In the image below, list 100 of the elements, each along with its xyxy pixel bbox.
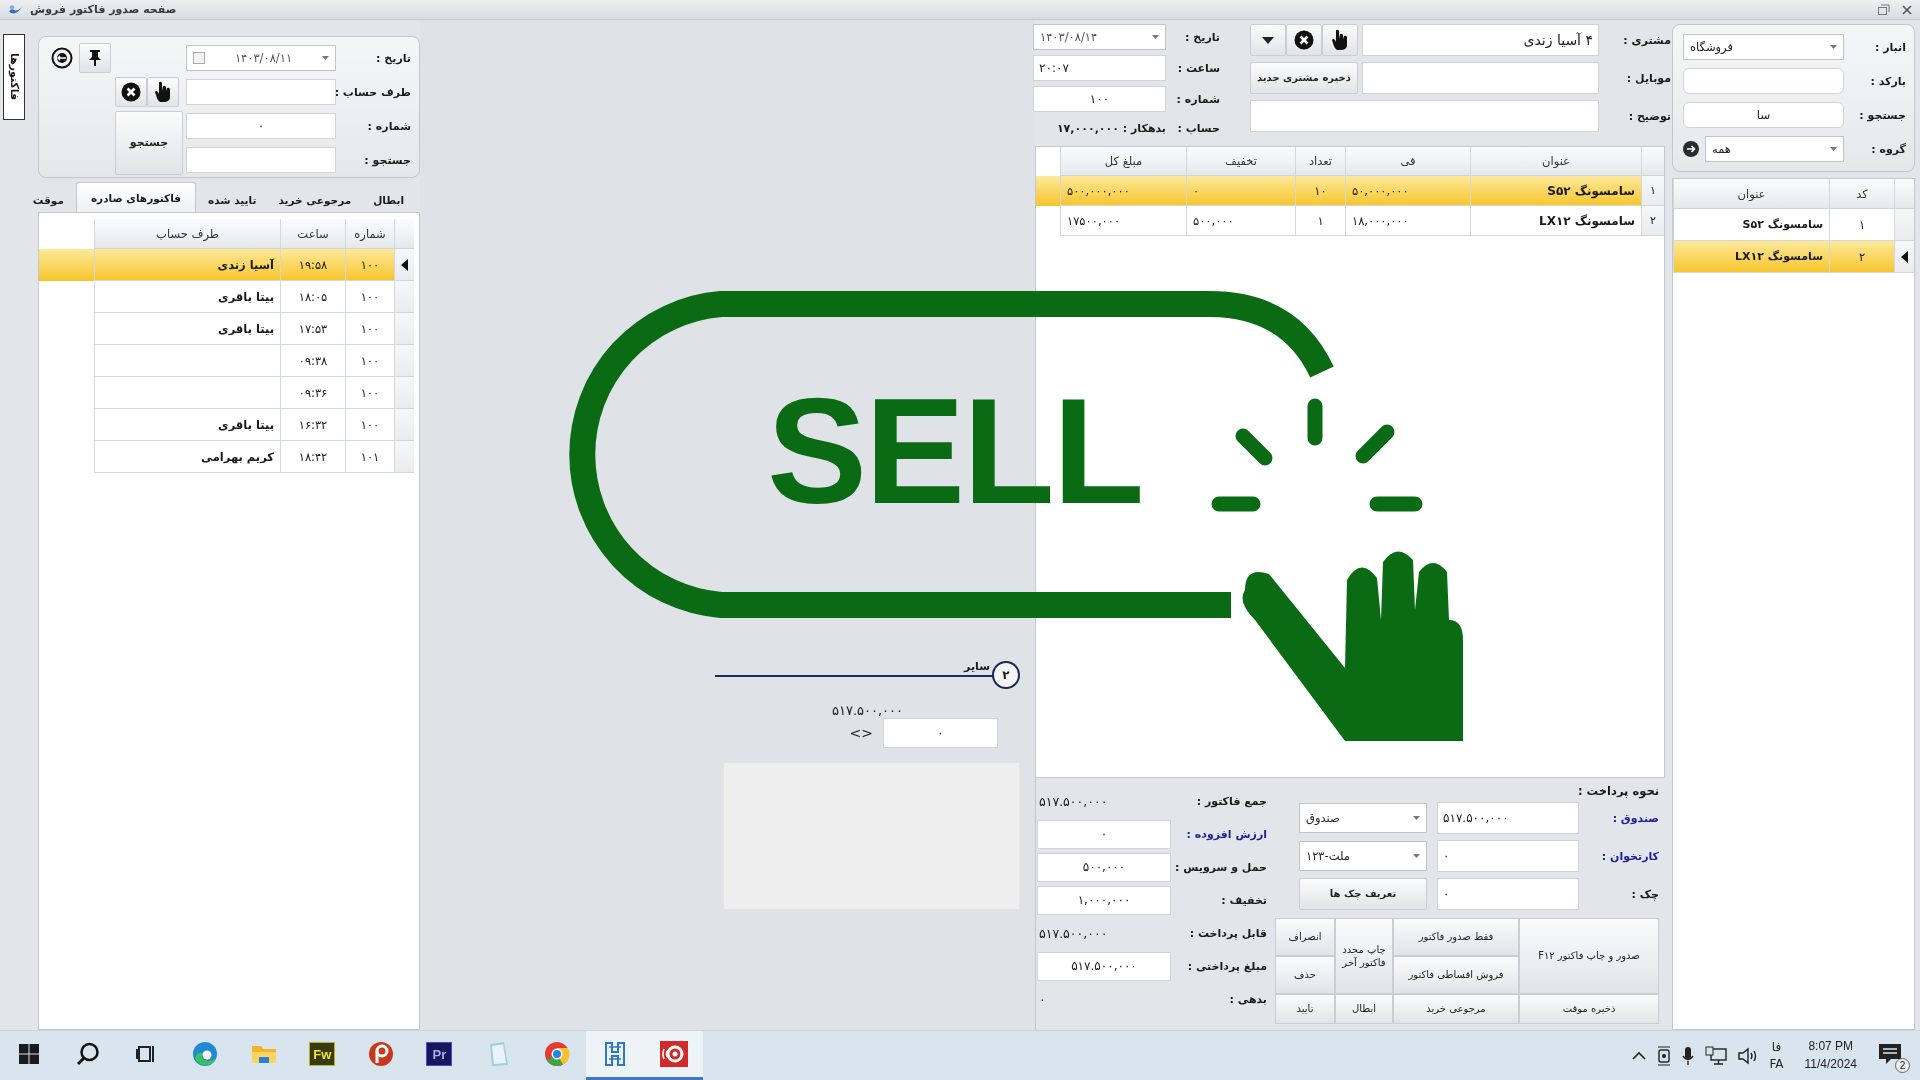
action-button[interactable]: ابطال: [1335, 994, 1393, 1024]
pin-icon: [88, 49, 102, 67]
action-button[interactable]: چاپ مجدد فاکتور آخر: [1335, 918, 1393, 994]
action-button[interactable]: ذخیره موقت: [1519, 994, 1659, 1024]
table-cell: ۱۰۱: [345, 441, 394, 473]
amount-field[interactable]: ۰: [1437, 878, 1579, 910]
network-icon[interactable]: [1705, 1045, 1728, 1066]
column-header[interactable]: عنوان: [1673, 179, 1829, 209]
caret-icon: [1830, 147, 1837, 151]
amount-field[interactable]: ۵۰۰,۰۰۰: [1037, 852, 1171, 882]
amount-field[interactable]: ۰: [883, 718, 998, 748]
action-button[interactable]: فقط صدور فاکتور: [1393, 918, 1519, 956]
column-header[interactable]: ساعت: [280, 219, 345, 249]
group-dropdown[interactable]: همه: [1705, 136, 1844, 162]
amount-field[interactable]: ۱,۰۰۰,۰۰۰: [1037, 885, 1171, 915]
dropdown-button[interactable]: [1250, 24, 1286, 56]
action-button[interactable]: صدور و چاپ فاکتور F۱۲: [1519, 918, 1659, 994]
account-dropdown[interactable]: ملت-۱۲۳: [1299, 841, 1427, 871]
date-dropdown[interactable]: ۱۴۰۳/۰۸/۱۱: [186, 45, 336, 71]
taskbar-button[interactable]: Fw: [292, 1031, 352, 1080]
search-button[interactable]: جستجو: [115, 111, 183, 175]
tab[interactable]: فاکتورهای صادره: [75, 182, 196, 212]
pick-button[interactable]: [1322, 24, 1358, 56]
row-header: [394, 345, 414, 377]
barcode-field[interactable]: [1683, 68, 1844, 94]
number-field[interactable]: ۰: [186, 113, 336, 139]
action-button[interactable]: مرجوعی خرید: [1393, 994, 1519, 1024]
action-button[interactable]: حذف: [1275, 956, 1335, 994]
tab[interactable]: موقت: [22, 188, 74, 212]
field-label: تاریخ :: [375, 51, 411, 65]
chevron-up-icon[interactable]: [1632, 1051, 1647, 1060]
field-label: گروه :: [1870, 142, 1906, 156]
pick-button[interactable]: [147, 77, 179, 107]
table-cell: ۱۰۰: [345, 281, 394, 313]
item-row[interactable]: ۱ سامسونگ S۵۲ ۵۰,۰۰۰,۰۰۰ ۱۰ ۰ ۵۰۰,۰۰۰,۰۰۰: [1036, 176, 1664, 206]
amount-field[interactable]: ۵۱۷.۵۰۰,۰۰۰: [1437, 802, 1579, 834]
camera-icon[interactable]: [1657, 1045, 1672, 1066]
balance-text: بدهکار : ۱۷,۰۰۰,۰۰۰: [1055, 121, 1166, 135]
notification-icon[interactable]: [1878, 1042, 1902, 1065]
field-label: ساعت :: [1176, 61, 1220, 75]
volume-icon[interactable]: [1738, 1046, 1759, 1065]
column-header[interactable]: مبلغ کل: [1060, 147, 1186, 176]
amount-field[interactable]: ۵۱۷.۵۰۰,۰۰۰: [1037, 951, 1171, 981]
clock[interactable]: 8:07 PM 11/4/2024: [1804, 1038, 1857, 1073]
column-header[interactable]: تعداد: [1295, 147, 1345, 176]
account-field[interactable]: [186, 79, 336, 105]
browser-icon: [543, 1041, 570, 1067]
row-header: [394, 281, 414, 313]
clear-button[interactable]: [1286, 24, 1322, 56]
amount-field[interactable]: ۰: [1037, 819, 1171, 849]
number-field[interactable]: ۱۰۰: [1033, 86, 1166, 112]
list-row[interactable]: ۱۰۰ ۱۹:۵۸ آسیا زندی: [39, 249, 414, 281]
search-field[interactable]: سا: [1683, 102, 1844, 128]
column-header[interactable]: شماره: [345, 219, 394, 249]
restore-icon[interactable]: [1878, 4, 1890, 15]
tab[interactable]: ابطال: [363, 188, 414, 212]
list-row[interactable]: ۱۰۰ ۰۹:۳۶: [39, 377, 414, 409]
search-field[interactable]: [186, 147, 336, 173]
column-header[interactable]: فی: [1345, 147, 1470, 176]
amount-field[interactable]: ۰: [1437, 840, 1579, 872]
list-row[interactable]: ۱۰۰ ۰۹:۳۸: [39, 345, 414, 377]
go-icon[interactable]: [1683, 141, 1699, 157]
side-tab[interactable]: فاکتورها: [3, 34, 25, 120]
customer-field[interactable]: ۴ آسیا زندی: [1362, 24, 1599, 56]
current-row-icon: [1901, 250, 1908, 263]
pin-button[interactable]: [79, 43, 111, 73]
close-icon[interactable]: [1902, 4, 1912, 15]
column-header[interactable]: عنوان: [1470, 147, 1641, 176]
clear-button[interactable]: [115, 77, 147, 107]
mobile-field[interactable]: [1362, 62, 1599, 94]
table-cell: ۱۰۰: [345, 313, 394, 345]
checkbox[interactable]: [193, 52, 205, 64]
date-dropdown[interactable]: ۱۴۰۳/۰۸/۱۴: [1033, 24, 1166, 50]
action-button[interactable]: انصراف: [1275, 918, 1335, 956]
warehouse-dropdown[interactable]: فروشگاه: [1683, 34, 1844, 60]
hand-icon: [1331, 29, 1349, 51]
list-row[interactable]: ۱۰۱ ۱۸:۴۲ کریم بهرامی: [39, 441, 414, 473]
save-customer-button[interactable]: ذخیره مشتری جدید: [1250, 62, 1358, 94]
table-cell: ۱: [1295, 206, 1345, 236]
account-dropdown[interactable]: صندوق: [1299, 803, 1427, 833]
note-field[interactable]: [1250, 100, 1599, 132]
item-row[interactable]: ۲ سامسونگ LX۱۲ ۱۸,۰۰۰,۰۰۰ ۱ ۵۰۰,۰۰۰ ۱۷۵۰۰,۰۰۰: [1036, 206, 1664, 236]
column-header[interactable]: طرف حساب: [94, 219, 280, 249]
row-header: [394, 377, 414, 409]
taskbar-button[interactable]: Pr: [410, 1031, 469, 1080]
action-button[interactable]: فروش اقساطی فاکتور: [1393, 956, 1519, 994]
list-row[interactable]: ۱۰۰ ۱۸:۰۵ بیتا باقری: [39, 281, 414, 313]
column-header[interactable]: کد: [1829, 179, 1894, 209]
action-button[interactable]: تایید: [1275, 994, 1335, 1024]
time-field[interactable]: ۲۰:۰۷: [1033, 55, 1166, 81]
amount-text: ۵۱۷.۵۰۰,۰۰۰: [1038, 925, 1109, 941]
column-header[interactable]: تخفیف: [1186, 147, 1295, 176]
microphone-icon[interactable]: [1682, 1045, 1695, 1066]
list-row[interactable]: ۱۰۰ ۱۶:۳۲ بیتا باقری: [39, 409, 414, 441]
tab[interactable]: تایید شده: [198, 188, 267, 212]
tab[interactable]: مرجوعی خرید: [268, 188, 362, 212]
product-row[interactable]: ۲ سامسونگ LX۱۲: [1673, 241, 1914, 273]
define-cheques-button[interactable]: تعریف چک ها: [1299, 878, 1427, 910]
caret-icon: [1262, 36, 1274, 44]
list-row[interactable]: ۱۰۰ ۱۷:۵۳ بیتا باقری: [39, 313, 414, 345]
